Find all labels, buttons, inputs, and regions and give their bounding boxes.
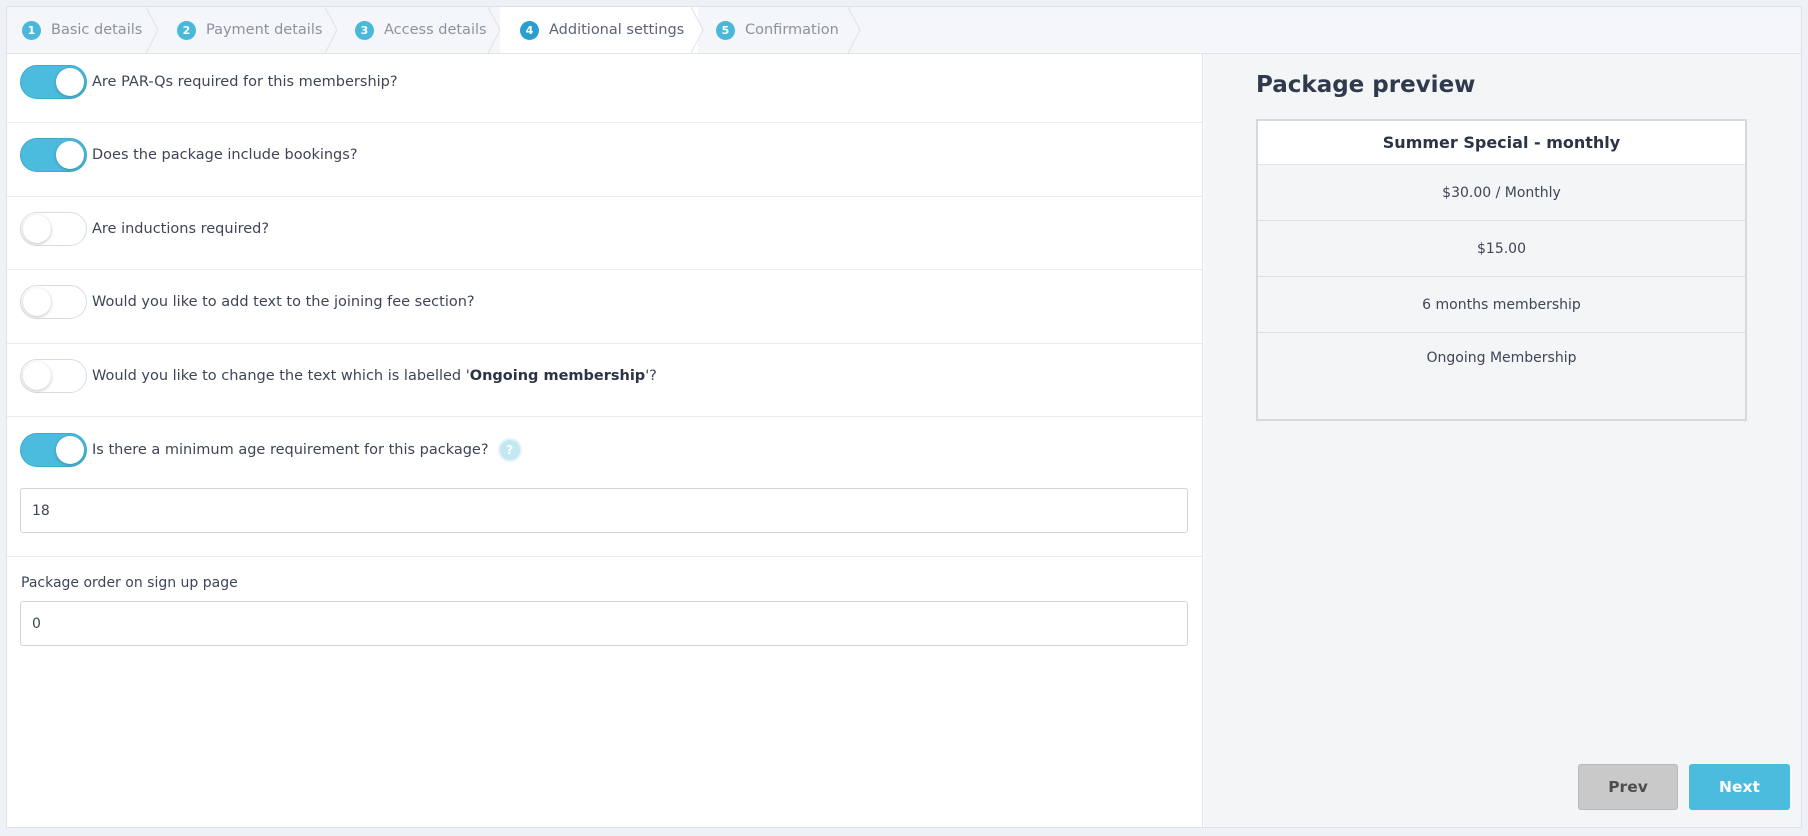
package-order-row: Package order on sign up page (7, 557, 1202, 717)
step-label: Payment details (206, 22, 323, 38)
preview-price: $30.00 / Monthly (1258, 165, 1745, 221)
preview-card: Summer Special - monthly $30.00 / Monthl… (1256, 119, 1747, 421)
toggle-line: Would you like to add text to the joinin… (20, 285, 475, 319)
question-bold-term: Ongoing membership (469, 368, 646, 384)
bookings-setting-row: Does the package include bookings? (7, 123, 1202, 197)
package-preview-panel: Package preview Summer Special - monthly… (1204, 54, 1801, 827)
step-label: Basic details (51, 22, 143, 38)
min-age-setting-row: Is there a minimum age requirement for t… (7, 417, 1202, 557)
chevron-separator-icon (488, 7, 501, 53)
bookings-toggle[interactable] (20, 138, 87, 172)
parq-question: Are PAR-Qs required for this membership? (92, 74, 398, 90)
toggle-knob (23, 288, 51, 316)
toggle-line: Are PAR-Qs required for this membership? (20, 65, 398, 99)
toggle-line: Does the package include bookings? (20, 138, 358, 172)
wizard-steps: 1 Basic details 2 Payment details 3 Acce… (7, 7, 1801, 54)
preview-membership-type: Ongoing Membership (1426, 350, 1577, 366)
inductions-toggle[interactable] (20, 212, 87, 246)
toggle-line: Are inductions required? (20, 212, 269, 246)
step-access-details[interactable]: 3 Access details (355, 7, 487, 53)
step-additional-settings[interactable]: 4 Additional settings (520, 7, 684, 53)
ongoing-label-question: Would you like to change the text which … (92, 368, 657, 384)
toggle-knob (56, 141, 84, 169)
step-basic-details[interactable]: 1 Basic details (22, 7, 142, 53)
settings-form: Are PAR-Qs required for this membership?… (7, 54, 1203, 827)
chevron-separator-icon (325, 7, 338, 53)
toggle-knob (23, 362, 51, 390)
step-label: Access details (384, 22, 487, 38)
step-number: 4 (520, 20, 539, 40)
parq-toggle[interactable] (20, 65, 87, 99)
ongoing-label-setting-row: Would you like to change the text which … (7, 344, 1202, 417)
toggle-line: Is there a minimum age requirement for t… (20, 433, 520, 467)
min-age-input[interactable] (20, 488, 1188, 533)
joining-fee-text-question: Would you like to add text to the joinin… (92, 294, 475, 310)
ongoing-label-toggle[interactable] (20, 359, 87, 393)
step-number: 3 (355, 20, 374, 40)
preview-title: Package preview (1256, 72, 1476, 98)
inductions-question: Are inductions required? (92, 221, 270, 237)
step-payment-details[interactable]: 2 Payment details (177, 7, 322, 53)
bookings-question: Does the package include bookings? (92, 147, 358, 163)
question-suffix: '? (645, 368, 657, 384)
preview-package-name: Summer Special - monthly (1258, 121, 1745, 165)
toggle-knob (56, 436, 84, 464)
toggle-line: Would you like to change the text which … (20, 359, 657, 393)
toggle-knob (23, 215, 51, 243)
inductions-setting-row: Are inductions required? (7, 197, 1202, 270)
step-number: 1 (22, 20, 41, 40)
preview-joining-fee: $15.00 (1258, 221, 1745, 277)
chevron-separator-icon (848, 7, 861, 53)
step-confirmation[interactable]: 5 Confirmation (716, 7, 839, 53)
joining-fee-text-toggle[interactable] (20, 285, 87, 319)
preview-duration: 6 months membership (1258, 277, 1745, 333)
next-button[interactable]: Next (1689, 764, 1790, 810)
chevron-separator-icon (146, 7, 159, 53)
step-number: 2 (177, 20, 196, 40)
toggle-knob (56, 68, 84, 96)
parq-setting-row: Are PAR-Qs required for this membership? (7, 54, 1202, 123)
step-number: 5 (716, 20, 735, 40)
package-order-input[interactable] (20, 601, 1188, 646)
question-prefix: Would you like to change the text which … (92, 368, 470, 384)
wizard-frame: 1 Basic details 2 Payment details 3 Acce… (6, 6, 1802, 828)
package-order-label: Package order on sign up page (21, 575, 238, 591)
joining-fee-text-setting-row: Would you like to add text to the joinin… (7, 270, 1202, 344)
min-age-toggle[interactable] (20, 433, 87, 467)
prev-button[interactable]: Prev (1578, 764, 1678, 810)
step-label: Confirmation (745, 22, 839, 38)
step-label: Additional settings (549, 22, 685, 38)
help-circle-icon[interactable]: ? (499, 440, 520, 460)
min-age-question: Is there a minimum age requirement for t… (92, 442, 489, 458)
chevron-separator-icon (691, 7, 704, 53)
